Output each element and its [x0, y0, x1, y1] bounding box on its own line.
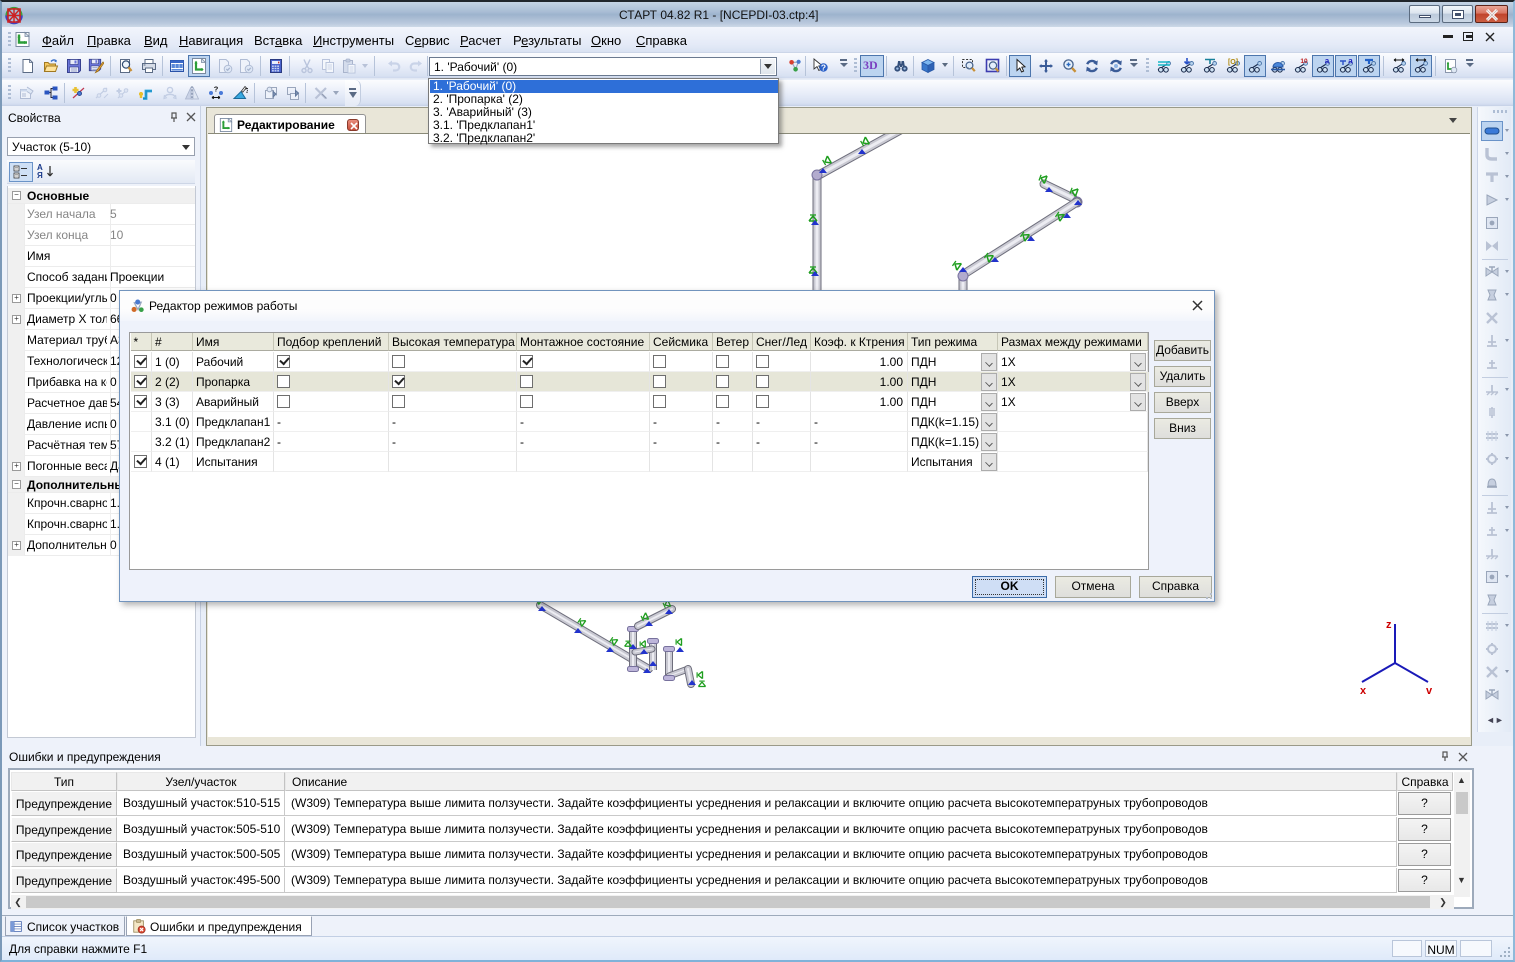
- svg-text:10: 10: [1300, 58, 1308, 65]
- svg-text:x: x: [1360, 685, 1367, 694]
- svg-text:a: a: [1325, 57, 1330, 66]
- svg-text:z: z: [1386, 619, 1392, 631]
- svg-text:[O]: [O]: [1228, 59, 1238, 66]
- svg-text:v: v: [1426, 685, 1433, 694]
- svg-text:a: a: [1348, 57, 1353, 66]
